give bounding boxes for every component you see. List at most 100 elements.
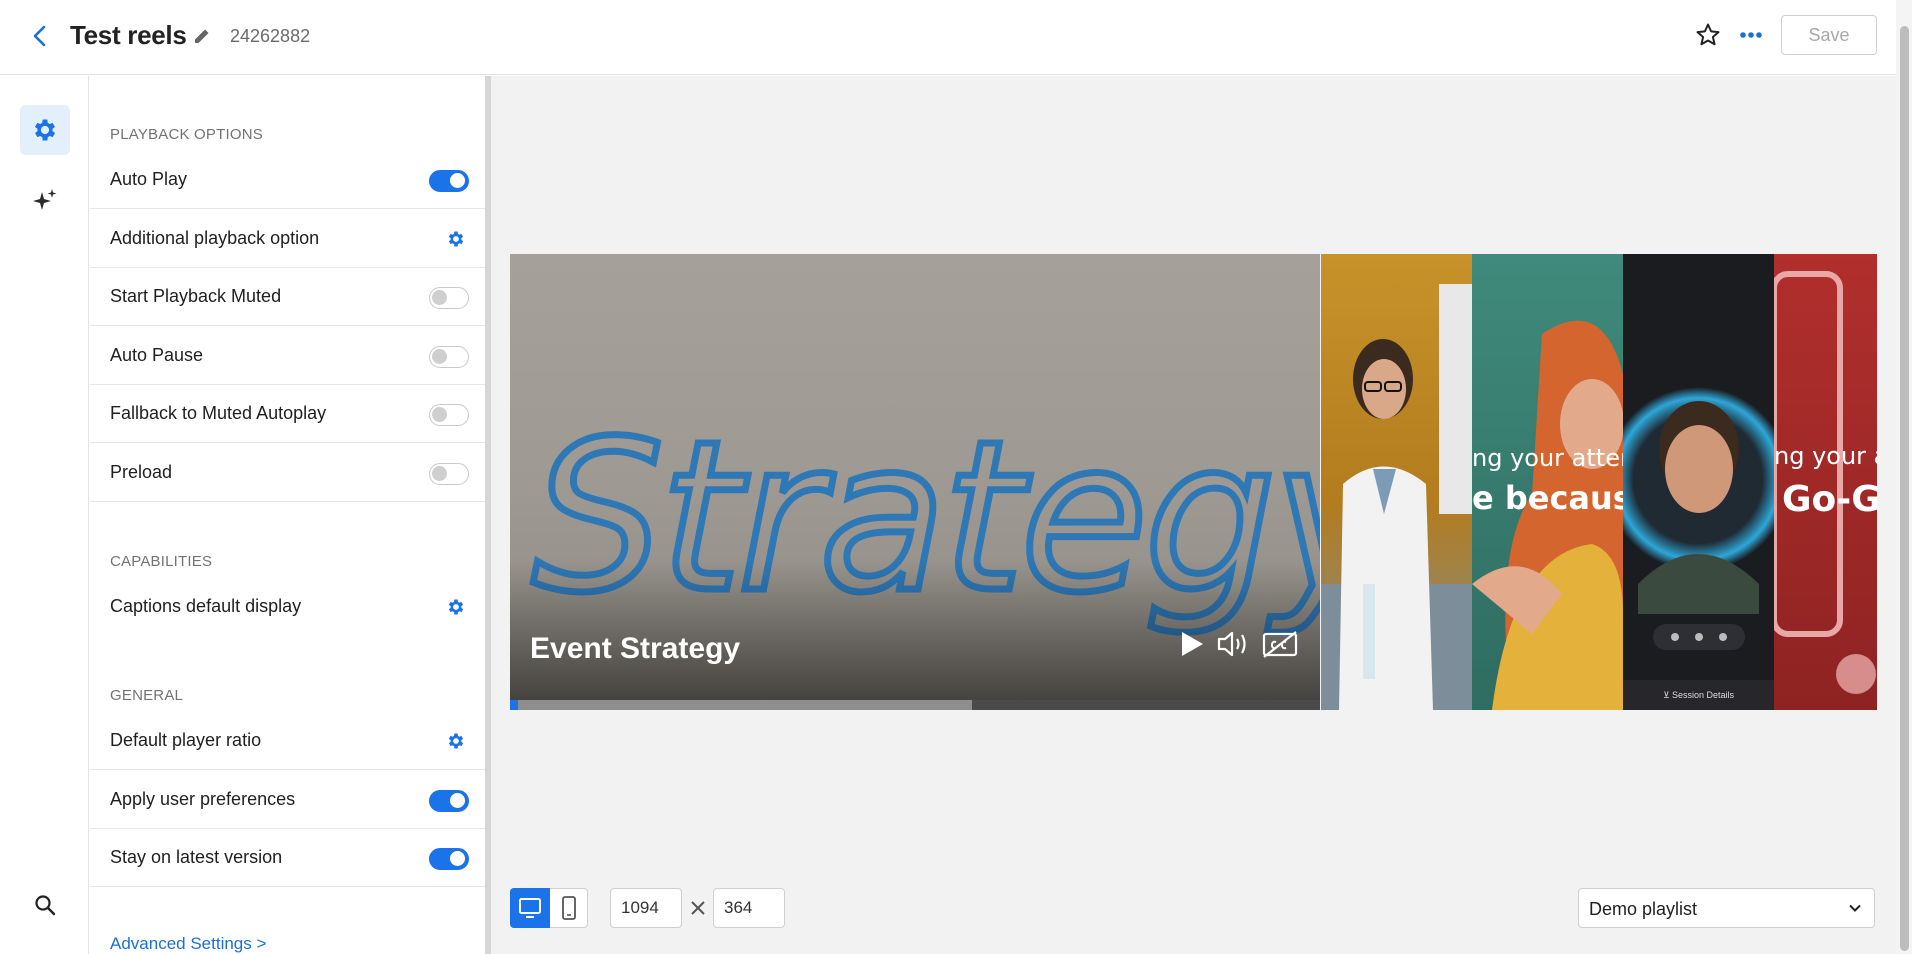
volume-icon (1217, 631, 1246, 657)
captions-button[interactable] (1260, 624, 1300, 664)
option-label: Default player ratio (110, 730, 262, 750)
progress-played (510, 700, 519, 710)
reel-thumbnail-scientist[interactable] (1321, 254, 1472, 710)
more-horizontal-icon (1740, 32, 1762, 38)
section-title-capabilities: CAPABILITIES (110, 553, 213, 570)
gear-icon (448, 231, 464, 247)
option-label: Auto Pause (110, 345, 204, 365)
times-icon (688, 896, 708, 920)
thumbnail-caption-top: ng your atter (1472, 444, 1623, 472)
mobile-view-button[interactable] (549, 888, 589, 928)
option-label: Fallback to Muted Autoplay (110, 403, 327, 423)
reels-preview: Strategy Event Strategy ng your atter e … (510, 254, 1877, 710)
option-user-preferences: Apply user preferences (90, 771, 487, 829)
device-view-toggle (510, 888, 588, 928)
section-title-general: GENERAL (110, 687, 184, 704)
save-button[interactable]: Save (1781, 15, 1877, 55)
playlist-dropdown[interactable]: Demo playlist (1578, 888, 1875, 928)
progress-bar[interactable] (510, 700, 1320, 710)
desktop-view-button[interactable] (510, 888, 550, 928)
rail-ai-button[interactable] (20, 176, 70, 226)
page-scrollbar[interactable] (1896, 0, 1912, 954)
option-captions-display: Captions default display (90, 578, 487, 636)
user-preferences-toggle[interactable] (429, 790, 469, 812)
playlist-selected-value: Demo playlist (1589, 899, 1698, 919)
play-icon (1182, 632, 1203, 656)
sparkles-icon (33, 189, 57, 210)
rail-settings-button[interactable] (20, 105, 70, 155)
toggle-knob (450, 173, 465, 188)
gear-icon (448, 733, 464, 749)
option-label: Start Playback Muted (110, 286, 282, 306)
search-icon (35, 895, 56, 916)
favorite-button[interactable] (1692, 19, 1724, 51)
start-muted-toggle[interactable] (429, 287, 469, 309)
play-button[interactable] (1172, 624, 1212, 664)
chevron-left-icon (33, 25, 46, 47)
thumbnail-caption-top: ng your a (1774, 442, 1877, 470)
settings-panel: PLAYBACK OPTIONS Auto Play Additional pl… (90, 76, 487, 954)
option-additional-playback: Additional playback option (90, 210, 487, 268)
fallback-muted-toggle[interactable] (429, 404, 469, 426)
option-label: Preload (110, 462, 173, 482)
option-preload: Preload (90, 444, 487, 502)
option-label: Additional playback option (110, 228, 320, 248)
header-bar: Test reels 24262882 Save (0, 0, 1912, 75)
monitor-icon (519, 898, 541, 918)
speaker-thumbnail-art (1623, 387, 1774, 650)
pencil-icon (195, 27, 211, 43)
progress-buffered (510, 700, 972, 710)
captions-settings-button[interactable] (445, 596, 467, 618)
toggle-knob (432, 466, 447, 481)
entry-id: 24262882 (230, 26, 311, 46)
option-start-muted: Start Playback Muted (90, 268, 487, 326)
option-auto-pause: Auto Pause (90, 327, 487, 385)
scientist-thumbnail-art (1321, 284, 1472, 710)
rail-search-button[interactable] (20, 880, 70, 930)
option-latest-version: Stay on latest version (90, 829, 487, 887)
more-options-button[interactable] (1735, 19, 1767, 51)
player-ratio-settings-button[interactable] (445, 730, 467, 752)
additional-playback-settings-button[interactable] (445, 228, 467, 250)
star-icon (1696, 23, 1720, 46)
section-title-playback: PLAYBACK OPTIONS (110, 126, 263, 143)
toggle-knob (450, 851, 465, 866)
auto-play-toggle[interactable] (429, 170, 469, 192)
volume-button[interactable] (1215, 624, 1255, 664)
captions-off-icon (1262, 631, 1298, 658)
option-fallback-muted: Fallback to Muted Autoplay (90, 385, 487, 443)
reel-thumbnail-woman[interactable]: ng your atter e because (1472, 254, 1623, 710)
option-default-ratio: Default player ratio (90, 712, 487, 770)
reel-thumbnail-red[interactable]: ng your a Go-G (1774, 254, 1877, 710)
chevron-down-icon (1849, 904, 1861, 912)
preload-toggle[interactable] (429, 463, 469, 485)
toggle-knob (432, 349, 447, 364)
thumbnail-caption-bottom: Go-G (1782, 479, 1877, 520)
advanced-settings-link[interactable]: Advanced Settings > (110, 934, 266, 954)
option-label: Auto Play (110, 169, 188, 189)
left-icon-rail (0, 76, 89, 954)
thumbnail-caption-bottom: e because (1472, 479, 1623, 517)
back-button[interactable] (24, 20, 56, 52)
gear-icon (448, 599, 464, 615)
gear-icon (34, 119, 56, 141)
toggle-knob (432, 407, 447, 422)
player-width-input[interactable] (610, 888, 682, 928)
option-label: Apply user preferences (110, 789, 296, 809)
option-auto-play: Auto Play (90, 151, 487, 209)
reel-thumbnail-speaker[interactable]: ⊻ Session Details (1623, 254, 1774, 710)
player-height-input[interactable] (713, 888, 785, 928)
reel-title: Event Strategy (530, 632, 741, 665)
toggle-knob (450, 793, 465, 808)
edit-title-button[interactable] (188, 22, 216, 50)
page-title: Test reels (70, 20, 187, 50)
session-details-label: ⊻ Session Details (1662, 690, 1735, 700)
latest-version-toggle[interactable] (429, 848, 469, 870)
option-label: Stay on latest version (110, 847, 283, 867)
auto-pause-toggle[interactable] (429, 346, 469, 368)
toggle-knob (432, 290, 447, 305)
scrollbar-thumb[interactable] (1900, 26, 1909, 951)
option-label: Captions default display (110, 596, 302, 616)
main-reel-player[interactable]: Strategy Event Strategy (510, 254, 1320, 710)
mobile-phone-icon (562, 896, 576, 920)
